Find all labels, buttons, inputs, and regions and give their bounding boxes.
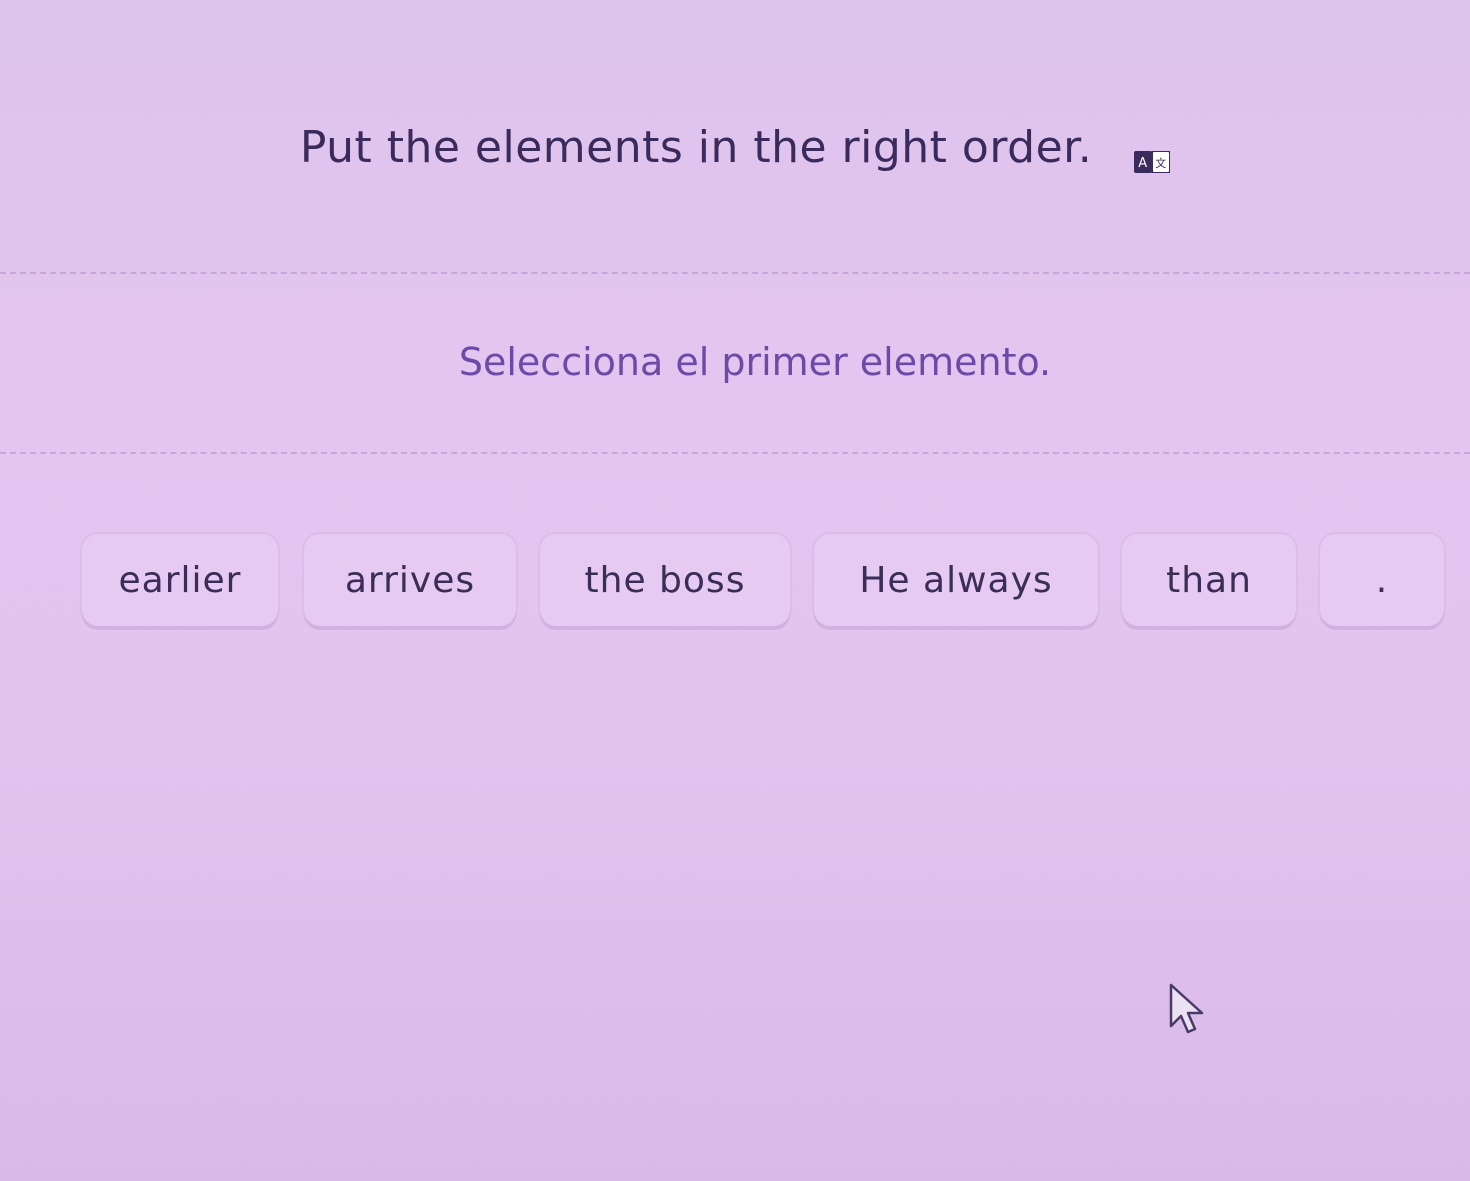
instruction-text: Put the elements in the right order. bbox=[299, 122, 1093, 173]
mouse-pointer-icon bbox=[1169, 983, 1204, 1034]
tile-label: He always bbox=[859, 559, 1053, 601]
word-tile-he-always[interactable]: He always bbox=[814, 534, 1098, 626]
tile-label: . bbox=[1375, 559, 1389, 601]
prompt-text: Selecciona el primer elemento. bbox=[458, 340, 1052, 384]
word-tile-than[interactable]: than bbox=[1122, 534, 1296, 626]
tile-label: arrives bbox=[344, 559, 476, 601]
tile-label: than bbox=[1166, 559, 1252, 601]
svg-text:文: 文 bbox=[1155, 156, 1167, 170]
translate-icon[interactable]: A 文 bbox=[1134, 133, 1172, 174]
tile-label: the boss bbox=[584, 559, 746, 601]
word-bank: earlier arrives the boss He always than … bbox=[82, 534, 1452, 634]
divider-top bbox=[0, 272, 1470, 274]
word-tile-the-boss[interactable]: the boss bbox=[540, 534, 790, 626]
word-tile-period[interactable]: . bbox=[1320, 534, 1444, 626]
exercise-page: Put the elements in the right order. A 文… bbox=[0, 0, 1470, 1181]
instruction-heading: Put the elements in the right order. A 文 bbox=[0, 122, 1470, 174]
word-tile-earlier[interactable]: earlier bbox=[82, 534, 278, 626]
word-tile-arrives[interactable]: arrives bbox=[304, 534, 516, 626]
tile-label: earlier bbox=[118, 559, 242, 601]
svg-text:A: A bbox=[1138, 156, 1147, 171]
divider-bottom bbox=[0, 452, 1470, 454]
